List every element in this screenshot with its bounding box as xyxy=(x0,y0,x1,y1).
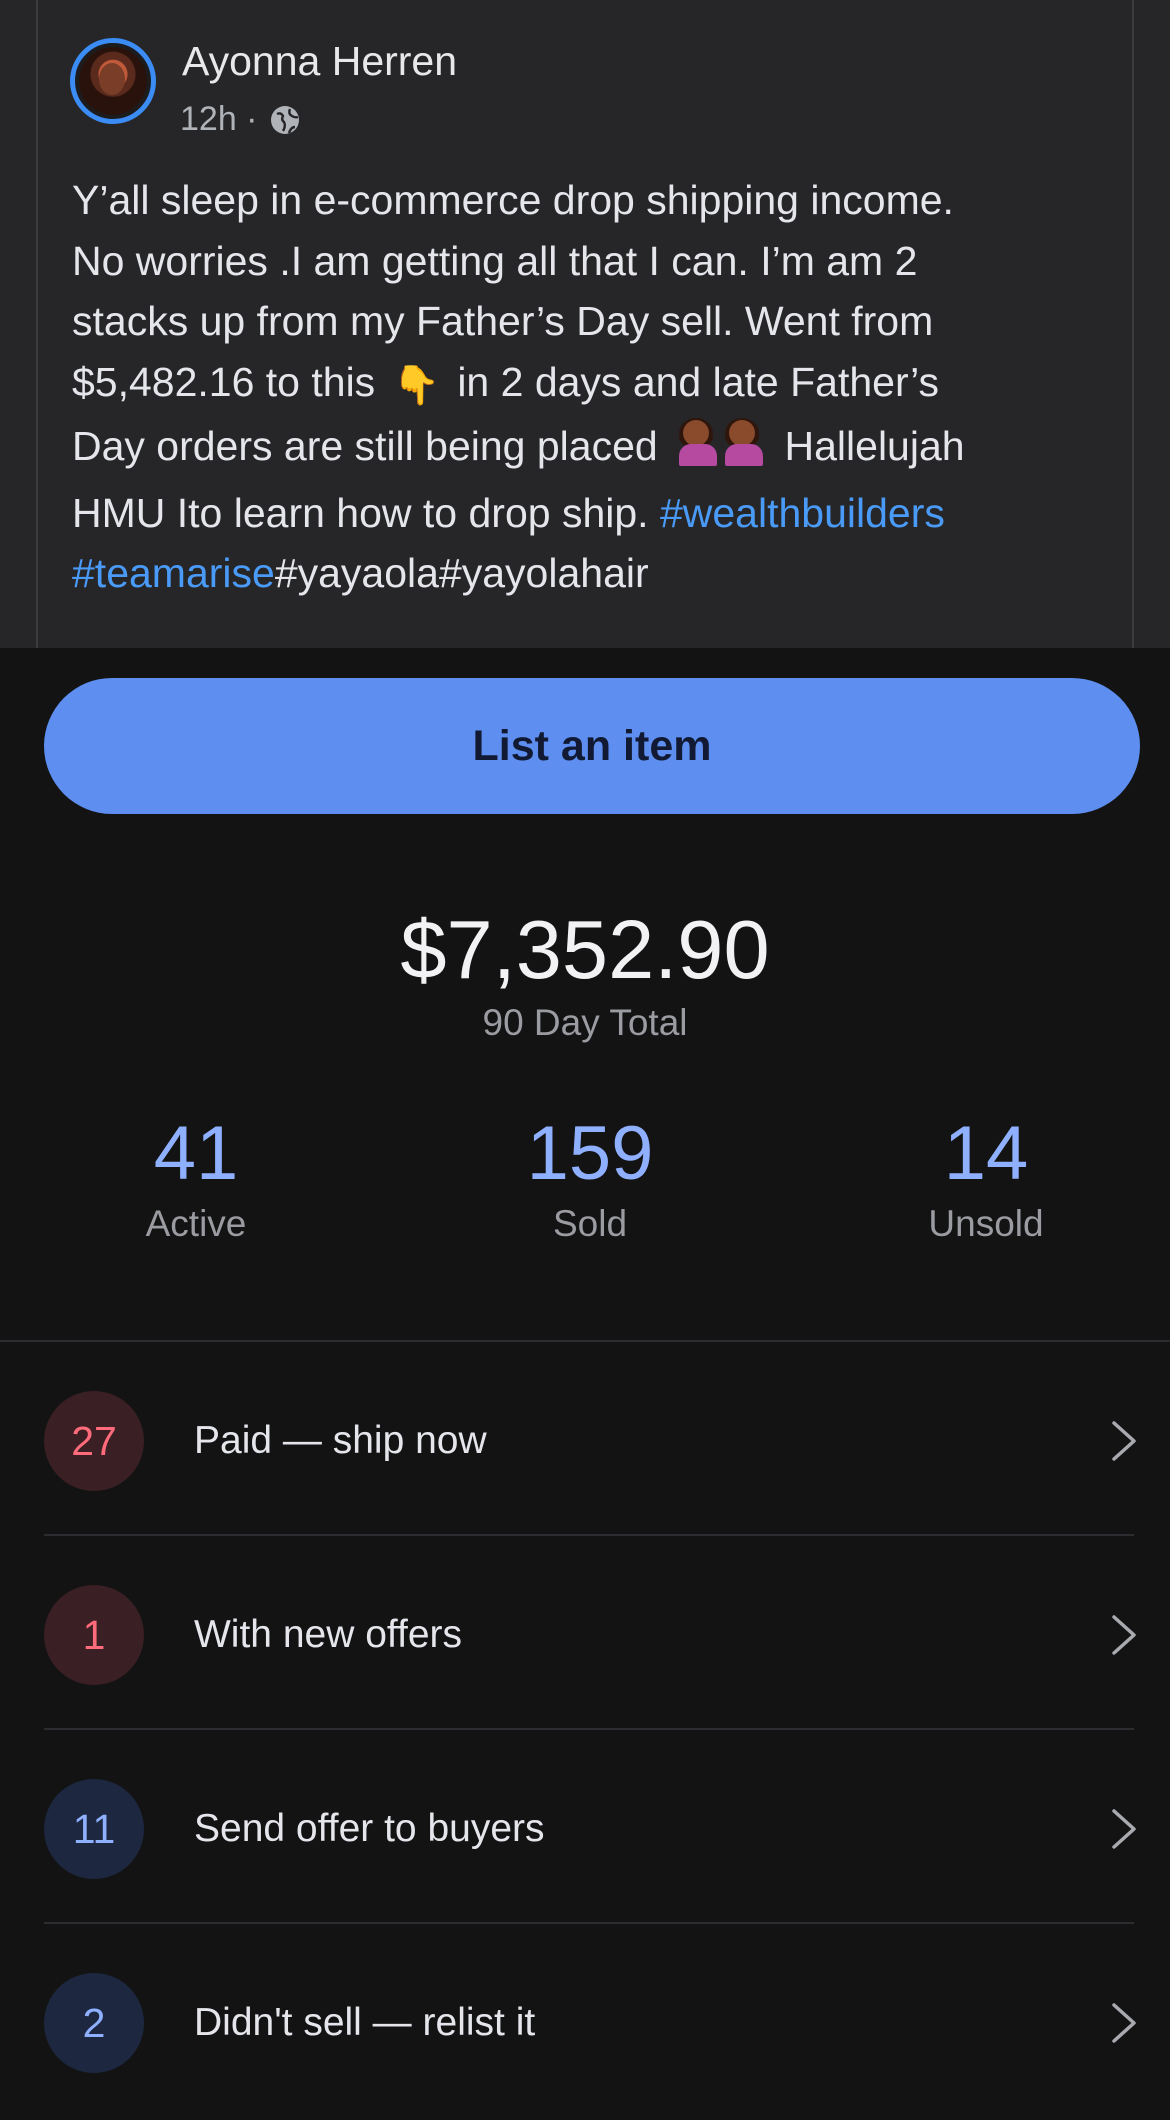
count-badge: 11 xyxy=(44,1779,144,1879)
post-line: #teamarise#yayaola#yayolahair xyxy=(72,543,1112,604)
ninety-day-total-amount: $7,352.90 xyxy=(400,903,770,996)
avatar-photo xyxy=(79,47,147,115)
post-text-segment: Hallelujah xyxy=(784,423,965,469)
stat-value: 159 xyxy=(526,1111,654,1196)
task-row-new-offers[interactable]: 1 With new offers xyxy=(0,1538,1170,1732)
count-badge: 2 xyxy=(44,1973,144,2073)
stat-label: Unsold xyxy=(928,1203,1044,1244)
task-label: Paid — ship now xyxy=(194,1419,487,1462)
post-line: HMU Ito learn how to drop ship. #wealthb… xyxy=(72,483,1112,544)
post-time[interactable]: 12h · xyxy=(180,100,258,139)
author-name[interactable]: Ayonna Herren xyxy=(182,38,457,85)
task-row-send-offer[interactable]: 11 Send offer to buyers xyxy=(0,1732,1170,1926)
post-text-segment: #yayaola#yayolahair xyxy=(274,550,649,596)
woman-tipping-hand-emoji-icon xyxy=(675,418,767,483)
post-text-segment: HMU Ito learn how to drop ship. xyxy=(72,489,649,536)
ninety-day-total-label: 90 Day Total xyxy=(482,1002,688,1043)
post-text-segment: $5,482.16 to this xyxy=(72,358,376,405)
post-text: Y’all sleep in e-commerce drop shipping … xyxy=(72,170,1112,604)
stat-value: 41 xyxy=(153,1111,239,1196)
chevron-right-icon xyxy=(1112,1809,1136,1849)
stat-active[interactable]: 41 Active xyxy=(46,1110,346,1245)
selling-overview: List an item $7,352.90 90 Day Total 41 A… xyxy=(0,648,1170,2104)
list-an-item-button[interactable]: List an item xyxy=(44,678,1140,814)
author-avatar[interactable] xyxy=(70,38,156,124)
globe-icon xyxy=(270,105,299,134)
count-badge: 1 xyxy=(44,1585,144,1685)
task-row-relist[interactable]: 2 Didn't sell — relist it xyxy=(0,1926,1170,2120)
row-divider xyxy=(44,1728,1134,1730)
section-divider xyxy=(0,1340,1170,1342)
post-line: $5,482.16 to this 👇 in 2 days and late F… xyxy=(72,352,1112,417)
row-divider xyxy=(44,1534,1134,1536)
task-row-paid-ship-now[interactable]: 27 Paid — ship now xyxy=(0,1344,1170,1538)
task-label: With new offers xyxy=(194,1613,463,1656)
row-divider xyxy=(44,1922,1134,1924)
chevron-right-icon xyxy=(1112,1421,1136,1461)
chevron-right-icon xyxy=(1112,1615,1136,1655)
chevron-right-icon xyxy=(1112,2003,1136,2043)
post-line: stacks up from my Father’s Day sell. Wen… xyxy=(72,298,934,344)
stat-label: Active xyxy=(145,1203,247,1244)
hashtag-link[interactable]: #teamarise xyxy=(72,550,275,596)
stat-unsold[interactable]: 14 Unsold xyxy=(836,1110,1136,1245)
post-line: Y’all sleep in e-commerce drop shipping … xyxy=(72,177,954,223)
task-label: Send offer to buyers xyxy=(194,1807,545,1850)
task-label: Didn't sell — relist it xyxy=(194,2001,536,2044)
post-meta: 12h · xyxy=(180,100,302,139)
post-line: No worries .I am getting all that I can.… xyxy=(72,237,918,284)
facebook-post: Ayonna Herren 12h · Y’all sleep in e-com… xyxy=(0,0,1170,648)
post-text-segment: Day orders are still being placed xyxy=(72,423,658,469)
post-text-segment: in 2 days and late Father’s xyxy=(457,358,939,405)
hashtag-link[interactable]: #wealthbuilders xyxy=(660,490,945,536)
stat-label: Sold xyxy=(552,1203,628,1244)
count-badge: 27 xyxy=(44,1391,144,1491)
post-line: Day orders are still being placed Hallel… xyxy=(72,416,1112,483)
stat-sold[interactable]: 159 Sold xyxy=(440,1110,740,1245)
pointing-down-emoji-icon: 👇 xyxy=(392,364,440,407)
stat-value: 14 xyxy=(943,1111,1029,1196)
